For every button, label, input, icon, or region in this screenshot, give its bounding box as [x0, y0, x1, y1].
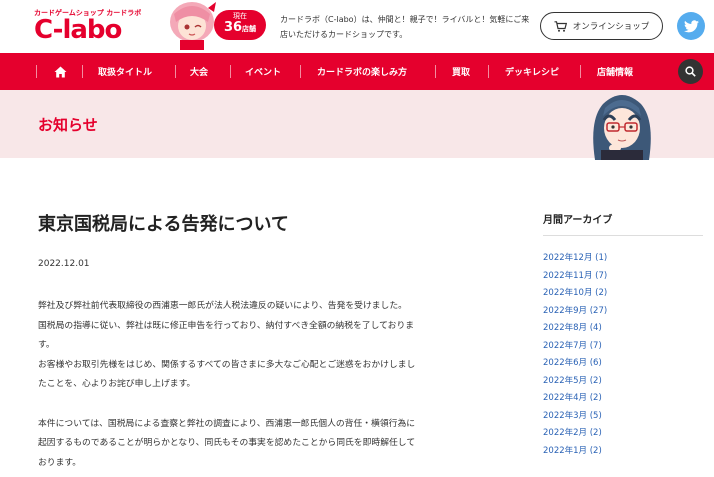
nav-item-titles[interactable]: 取扱タイトル: [98, 53, 152, 90]
search-icon: [685, 66, 696, 77]
main-navigation: 取扱タイトル 大会 イベント カードラボの楽しみ方 買取 デッキレシピ 店舗情報: [0, 53, 714, 90]
nav-separator: [300, 65, 301, 78]
header-description: カードラボ（C-labo）は、仲間と！親子で！ライバルと！気軽にご来店いただける…: [280, 15, 530, 39]
search-button[interactable]: [678, 59, 703, 84]
cart-icon: [554, 20, 567, 32]
nav-separator: [435, 65, 436, 78]
archive-link[interactable]: 2022年10月 (2): [543, 285, 607, 303]
nav-item-tournament[interactable]: 大会: [190, 53, 208, 90]
store-badge-count: 36: [223, 20, 243, 35]
store-count-badge: 現在 36店舗: [214, 10, 266, 40]
site-logo[interactable]: カードゲームショップ カードラボ C-labo: [34, 6, 162, 46]
nav-separator: [36, 65, 37, 78]
archive-link[interactable]: 2022年9月 (27): [543, 303, 607, 321]
article-line: 弊社及び弊社前代表取締役の西浦恵一郎氏が法人税法違反の疑いにより、告発を受けまし…: [38, 301, 407, 311]
sidebar-divider: [543, 235, 703, 236]
mascot-glasses-girl-illustration: [593, 95, 651, 160]
article-line: 起因するものであることが明らかとなり、同氏もその事実を認めたことから同氏を即時解…: [38, 438, 416, 448]
online-shop-button[interactable]: オンラインショップ: [540, 12, 663, 40]
article-line: す。: [38, 340, 55, 350]
archive-link[interactable]: 2022年6月 (6): [543, 355, 607, 373]
twitter-bird-icon: [683, 19, 699, 32]
page-title: お知らせ: [38, 116, 98, 134]
archive-link[interactable]: 2022年7月 (7): [543, 338, 607, 356]
nav-item-store-info[interactable]: 店舗情報: [597, 53, 633, 90]
article-date: 2022.12.01: [38, 259, 90, 269]
nav-separator: [488, 65, 489, 78]
article-line: お客様やお取引先様をはじめ、関係するすべての皆さまに多大なご心配とご迷惑をおかけ…: [38, 359, 416, 370]
archive-link[interactable]: 2022年8月 (4): [543, 320, 607, 338]
logo-text: C-labo: [34, 15, 122, 45]
nav-separator: [580, 65, 581, 78]
nav-item-how-to-enjoy[interactable]: カードラボの楽しみ方: [317, 53, 407, 90]
store-badge-unit: 店舗: [242, 25, 257, 33]
archive-link[interactable]: 2022年11月 (7): [543, 268, 607, 286]
nav-separator: [230, 65, 231, 78]
archive-link[interactable]: 2022年1月 (2): [543, 443, 607, 461]
archive-link[interactable]: 2022年12月 (1): [543, 250, 607, 268]
online-shop-label: オンラインショップ: [572, 22, 650, 32]
archive-link[interactable]: 2022年4月 (2): [543, 390, 607, 408]
nav-separator: [175, 65, 176, 78]
article-title: 東京国税局による告発について: [38, 214, 289, 235]
monthly-archive-heading: 月間アーカイブ: [543, 215, 613, 226]
monthly-archive-list: 2022年12月 (1) 2022年11月 (7) 2022年10月 (2) 2…: [543, 250, 607, 460]
archive-link[interactable]: 2022年2月 (2): [543, 425, 607, 443]
twitter-link[interactable]: [677, 12, 705, 40]
article-line: おります。: [38, 457, 82, 468]
nav-home[interactable]: [54, 53, 67, 90]
nav-item-buyback[interactable]: 買取: [452, 53, 470, 90]
article-body: 弊社及び弊社前代表取締役の西浦恵一郎氏が法人税法違反の疑いにより、告発を受けまし…: [38, 297, 498, 473]
nav-item-events[interactable]: イベント: [245, 53, 281, 90]
archive-link[interactable]: 2022年3月 (5): [543, 408, 607, 426]
article-line: 国税局の指導に従い、弊社は既に修正申告を行っており、納付すべき全額の納税を了して…: [38, 320, 415, 331]
nav-separator: [82, 65, 83, 78]
archive-link[interactable]: 2022年5月 (2): [543, 373, 607, 391]
site-header: カードゲームショップ カードラボ C-labo 現在 36店舗 カードラボ（C-…: [0, 0, 714, 53]
home-icon: [54, 66, 67, 77]
article-line: たことを、心よりお詫び申し上げます。: [38, 379, 196, 389]
mascot-girl-illustration: [170, 2, 216, 50]
nav-item-deck-recipes[interactable]: デッキレシピ: [505, 53, 559, 90]
article-line: 本件については、国税局による査察と弊社の調査により、西浦恵一郎氏個人の背任・横領…: [38, 418, 416, 429]
